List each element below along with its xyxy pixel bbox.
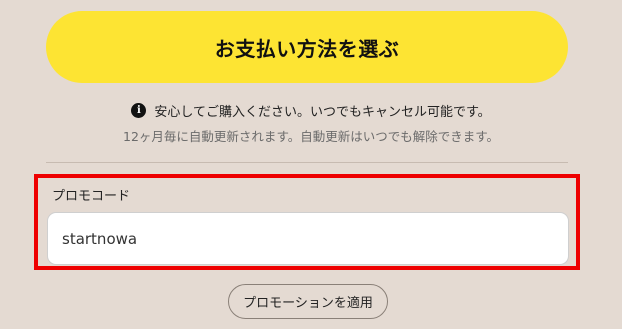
- select-payment-method-button[interactable]: お支払い方法を選ぶ: [46, 11, 568, 83]
- divider: [46, 162, 568, 163]
- apply-promotion-button[interactable]: プロモーションを適用: [228, 284, 388, 319]
- notice-line-1: i 安心してご購入ください。いつでもキャンセル可能です。: [0, 100, 622, 120]
- info-icon: i: [131, 102, 147, 118]
- promo-code-label: プロモコード: [52, 189, 131, 204]
- notice-cancel-text: 安心してご購入ください。いつでもキャンセル可能です。: [154, 104, 491, 120]
- promo-code-input[interactable]: [47, 212, 569, 265]
- purchase-notice: i 安心してご購入ください。いつでもキャンセル可能です。 12ヶ月毎に自動更新さ…: [0, 100, 622, 144]
- notice-renewal-text: 12ヶ月毎に自動更新されます。自動更新はいつでも解除できます。: [123, 129, 499, 144]
